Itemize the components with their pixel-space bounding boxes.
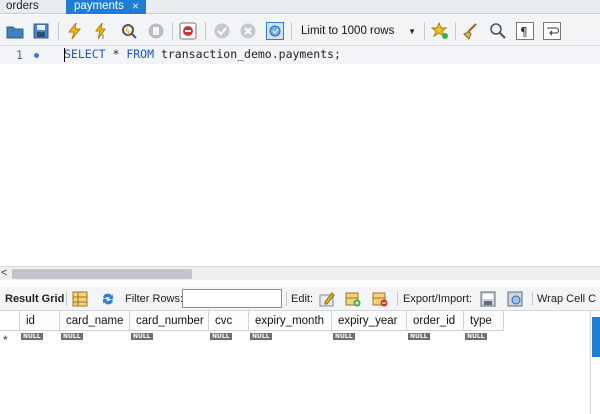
chevron-down-icon: ▼ bbox=[408, 27, 416, 36]
null-cell-card-number[interactable]: NULL bbox=[131, 333, 153, 340]
null-cell-card-name[interactable]: NULL bbox=[61, 333, 83, 340]
limit-rows-select[interactable]: Limit to 1000 rows ▼ bbox=[296, 23, 420, 40]
open-folder-icon[interactable] bbox=[6, 22, 24, 40]
scrollbar-thumb[interactable] bbox=[12, 269, 192, 279]
refresh-icon[interactable] bbox=[100, 291, 116, 307]
execute-current-icon[interactable]: I bbox=[92, 22, 110, 40]
toolbar-separator bbox=[172, 22, 173, 40]
wrap-cell-label[interactable]: Wrap Cell C bbox=[537, 293, 596, 305]
toolbar-separator bbox=[58, 22, 59, 40]
column-header-cvc[interactable]: cvc bbox=[209, 311, 249, 331]
null-cell-cvc[interactable]: NULL bbox=[210, 333, 232, 340]
svg-text:I: I bbox=[102, 34, 104, 40]
tab-payments[interactable]: payments × bbox=[66, 0, 146, 14]
export-import-label: Export/Import: bbox=[403, 293, 473, 305]
toolbar-separator bbox=[424, 22, 425, 40]
tab-orders[interactable]: orders bbox=[0, 0, 45, 14]
null-cell-expiry-year[interactable]: NULL bbox=[333, 333, 355, 340]
execute-icon[interactable] bbox=[66, 22, 84, 40]
edit-label: Edit: bbox=[291, 293, 314, 305]
edit-row-icon[interactable] bbox=[319, 291, 335, 307]
null-cell-id[interactable]: NULL bbox=[21, 333, 43, 340]
sql-text: transaction_demo.payments; bbox=[154, 47, 341, 61]
sql-text: * bbox=[105, 47, 127, 61]
column-header-type[interactable]: type bbox=[464, 311, 504, 331]
column-header-order-id[interactable]: order_id bbox=[407, 311, 464, 331]
toolbar-separator bbox=[291, 22, 292, 40]
new-row-marker: * bbox=[3, 333, 8, 347]
word-wrap-icon[interactable] bbox=[543, 22, 561, 40]
svg-text:¶: ¶ bbox=[520, 25, 528, 39]
line-number: 1 bbox=[16, 48, 23, 62]
column-header-expiry-year[interactable]: expiry_year bbox=[332, 311, 407, 331]
limit-rows-value: Limit to 1000 rows bbox=[301, 25, 395, 37]
editor-tab-strip: orders payments × bbox=[0, 0, 600, 14]
column-header-id[interactable]: id bbox=[20, 311, 60, 331]
tab-label: payments bbox=[74, 0, 124, 12]
toolbar-separator bbox=[66, 292, 67, 306]
toggle-error-icon[interactable] bbox=[179, 22, 197, 40]
add-snippet-icon[interactable] bbox=[431, 22, 449, 40]
row-header-corner[interactable] bbox=[0, 311, 20, 331]
add-row-icon[interactable] bbox=[345, 291, 361, 307]
filter-rows-input[interactable] bbox=[182, 289, 282, 308]
side-panel-toggle[interactable] bbox=[590, 311, 600, 414]
sql-keyword: FROM bbox=[126, 47, 155, 61]
result-grid[interactable]: id card_name card_number cvc expiry_mont… bbox=[0, 311, 590, 414]
commit-icon[interactable] bbox=[213, 22, 231, 40]
invisible-chars-icon[interactable]: ¶ bbox=[516, 22, 534, 40]
toolbar-separator bbox=[205, 22, 206, 40]
toolbar-separator bbox=[397, 292, 398, 306]
column-header-card-name[interactable]: card_name bbox=[60, 311, 130, 331]
close-tab-icon[interactable]: × bbox=[132, 0, 139, 13]
toolbar-separator bbox=[455, 22, 456, 40]
explain-icon[interactable] bbox=[120, 22, 138, 40]
sql-keyword: SELECT bbox=[64, 47, 106, 61]
find-icon[interactable] bbox=[489, 22, 507, 40]
export-icon[interactable] bbox=[480, 291, 496, 307]
toolbar-separator bbox=[286, 292, 287, 306]
query-toolbar: I Limit to 1000 rows ▼ ¶ bbox=[0, 15, 600, 46]
autocommit-icon[interactable] bbox=[266, 22, 284, 40]
toolbar-separator bbox=[532, 292, 533, 306]
grid-view-icon[interactable] bbox=[72, 291, 88, 307]
rollback-icon[interactable] bbox=[239, 22, 257, 40]
tab-label: orders bbox=[6, 0, 39, 12]
import-icon[interactable] bbox=[507, 291, 523, 307]
editor-horizontal-scrollbar[interactable]: < bbox=[0, 266, 600, 280]
null-cell-order-id[interactable]: NULL bbox=[408, 333, 430, 340]
column-header-expiry-month[interactable]: expiry_month bbox=[249, 311, 332, 331]
sql-code-line[interactable]: SELECT * FROM transaction_demo.payments; bbox=[64, 47, 341, 61]
column-header-card-number[interactable]: card_number bbox=[130, 311, 209, 331]
delete-row-icon[interactable] bbox=[372, 291, 388, 307]
statement-marker-icon bbox=[34, 53, 39, 58]
null-cell-type[interactable]: NULL bbox=[465, 333, 487, 340]
scroll-left-icon[interactable]: < bbox=[1, 267, 7, 279]
result-grid-label[interactable]: Result Grid bbox=[5, 293, 64, 305]
sql-editor[interactable]: 1 SELECT * FROM transaction_demo.payment… bbox=[0, 46, 600, 266]
text-caret bbox=[64, 48, 65, 62]
stop-icon[interactable] bbox=[147, 22, 165, 40]
save-icon[interactable] bbox=[32, 22, 50, 40]
null-cell-expiry-month[interactable]: NULL bbox=[250, 333, 272, 340]
filter-rows-label: Filter Rows: bbox=[125, 293, 184, 305]
panel-tab-indicator[interactable] bbox=[592, 317, 600, 357]
beautify-icon[interactable] bbox=[462, 22, 480, 40]
result-toolbar: Result Grid Filter Rows: Edit: Export/Im… bbox=[0, 287, 600, 311]
